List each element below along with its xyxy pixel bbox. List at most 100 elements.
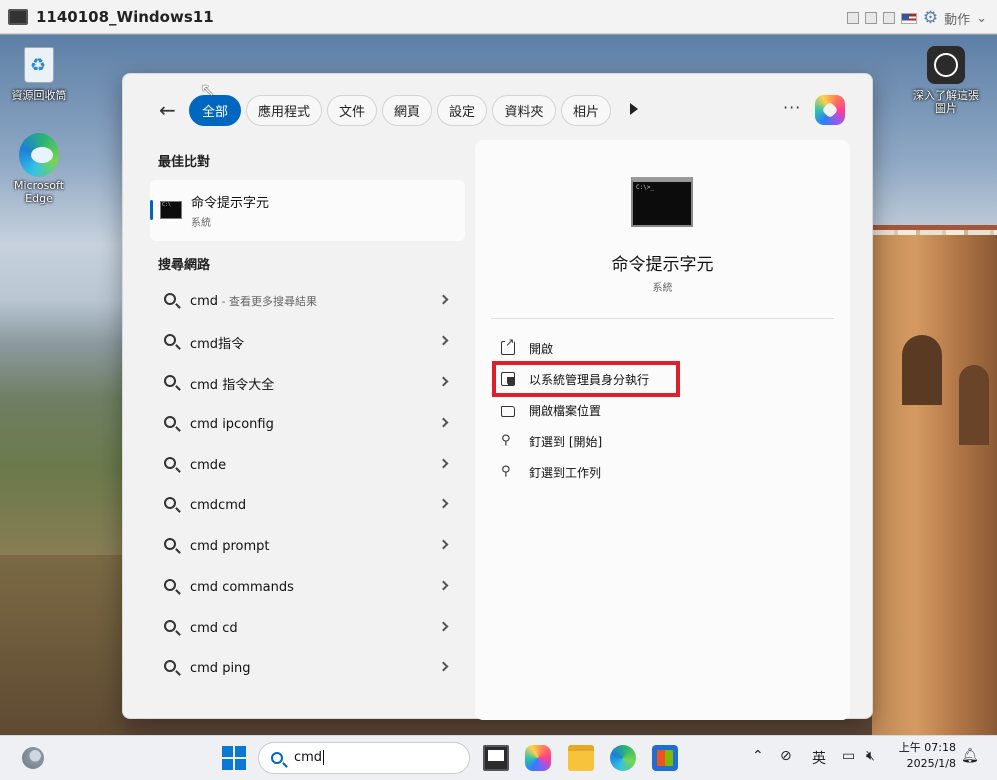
best-match-heading: 最佳比對 [158,155,211,170]
vm-window-title: 1140108_Windows11 [36,7,214,26]
task-view-icon[interactable] [483,745,509,771]
web-result-text: cmd commands [190,579,294,595]
vm-toolbar: ⚙ 動作 ⌄ [846,8,987,28]
taskbar-clock[interactable]: 上午 07:18 2025/1/8 [896,740,956,772]
copilot-icon[interactable] [525,745,551,771]
web-result-item[interactable]: cmd - 查看更多搜尋結果 [150,282,465,320]
copilot-icon[interactable] [815,95,845,125]
chevron-right-icon [438,621,449,632]
web-result-item[interactable]: cmd cd [150,609,465,647]
web-result-item[interactable]: cmde [150,446,465,484]
more-options-button[interactable]: ··· [783,98,801,117]
search-icon [164,457,176,469]
action-open-file-location[interactable]: 開啟檔案位置 [501,399,601,421]
tab-settings[interactable]: 設定 [437,95,487,126]
start-search-panel: ← 全部 應用程式 文件 網頁 設定 資料夾 相片 ··· 最佳比對 命令提示字… [122,73,874,720]
tab-photos[interactable]: 相片 [561,95,611,126]
pin-icon: ⚲ [501,464,511,479]
detail-subtitle: 系統 [652,283,673,294]
search-icon [164,334,176,346]
chevron-right-icon [438,294,449,305]
search-icon [164,620,176,632]
microsoft-store-icon[interactable] [652,745,678,771]
web-result-text: cmd指令 [190,336,245,352]
tab-web[interactable]: 網頁 [382,95,432,126]
monitor-icon[interactable]: ▭ [842,748,855,764]
wallpaper-arch [959,365,989,445]
chevron-right-icon [438,539,449,550]
vm-view-button-1[interactable] [846,12,859,24]
best-match-result[interactable]: 命令提示字元 系統 [150,180,465,241]
desktop-icon-learn-about-picture[interactable]: 深入了解這張圖片 [908,45,984,115]
search-icon [164,293,176,305]
desktop-icon-label: Microsoft Edge [13,179,65,205]
search-icon [164,416,176,428]
folder-icon [501,405,515,417]
search-icon [164,375,176,387]
command-prompt-large-icon [631,177,693,227]
selection-accent [150,200,153,220]
search-icon [164,660,176,672]
web-result-text: cmdcmd [190,497,247,513]
chevron-up-icon[interactable]: ⌃ [752,748,764,764]
action-label: 開啟 [529,341,554,356]
clock-time: 上午 07:18 [898,741,956,754]
chevron-right-icon [438,498,449,509]
tab-apps[interactable]: 應用程式 [246,95,322,126]
wallpaper-arch [902,335,942,405]
web-result-item[interactable]: cmd ipconfig [150,405,465,443]
back-arrow-icon[interactable]: ← [159,98,176,122]
vm-view-button-2[interactable] [864,12,877,24]
web-result-item[interactable]: cmd ping [150,649,465,687]
windows-start-icon[interactable] [222,746,246,770]
action-open[interactable]: 開啟 [501,336,554,359]
text-caret [323,750,325,765]
taskbar-search-text: cmd [294,750,323,765]
web-result-item[interactable]: cmdcmd [150,486,465,524]
edge-icon[interactable] [610,745,636,771]
desktop-icon-edge[interactable]: Microsoft Edge [1,133,77,205]
vm-titlebar: 1140108_Windows11 ⚙ 動作 ⌄ [0,0,997,34]
search-filter-tabs: ← 全部 應用程式 文件 網頁 設定 資料夾 相片 ··· [123,74,874,138]
web-result-text: cmd ping [190,660,251,676]
open-icon [501,336,515,355]
ime-indicator[interactable]: 英 [812,748,826,768]
web-result-item[interactable]: cmd 指令大全 [150,364,465,402]
vm-action-menu[interactable]: 動作 [944,9,970,28]
web-result-item[interactable]: cmd commands [150,568,465,606]
gear-icon[interactable]: ⚙ [923,8,938,28]
recycle-bin-icon [24,47,54,83]
tab-documents[interactable]: 文件 [327,95,377,126]
desktop-icon-label: 資源回收筒 [11,89,67,102]
command-prompt-icon [160,201,182,219]
divider [491,318,834,319]
web-result-item[interactable]: cmd指令 [150,323,465,361]
widgets-weather-icon[interactable] [22,747,44,769]
camera-icon [927,46,965,84]
taskbar-search-box[interactable]: cmd [258,742,470,774]
speaker-muted-icon[interactable]: 🔇︎ [866,748,875,764]
action-label: 釘選到 [開始] [529,434,603,449]
result-detail-pane: 命令提示字元 系統 開啟 以系統管理員身分執行 開啟檔案位置 ⚲ 釘選到 [開始… [475,140,850,720]
search-icon [164,538,176,550]
file-explorer-icon[interactable] [568,745,594,771]
action-pin-to-taskbar[interactable]: ⚲ 釘選到工作列 [501,461,601,483]
wallpaper-cliff [872,235,997,735]
chevron-right-icon [438,580,449,591]
chevron-right-icon [438,417,449,428]
vm-view-button-3[interactable] [882,12,895,24]
network-offline-icon[interactable]: ⊘ [780,748,792,764]
action-label: 開啟檔案位置 [529,403,602,418]
web-search-heading: 搜尋網路 [158,258,211,273]
web-result-text: cmde [190,457,227,473]
mouse-cursor-icon: ↖ [200,80,216,101]
keyboard-layout-flag-icon[interactable] [900,12,917,24]
chevron-down-icon[interactable]: ⌄ [976,11,987,26]
tab-folders[interactable]: 資料夾 [492,95,556,126]
more-tabs-play-icon[interactable] [630,103,638,115]
action-pin-to-start[interactable]: ⚲ 釘選到 [開始] [501,430,602,452]
web-result-item[interactable]: cmd prompt [150,527,465,565]
notification-bell-icon[interactable]: 🔔︎ [961,748,979,764]
desktop-icon-recycle-bin[interactable]: 資源回收筒 [1,45,77,102]
best-match-type: 系統 [191,218,211,229]
